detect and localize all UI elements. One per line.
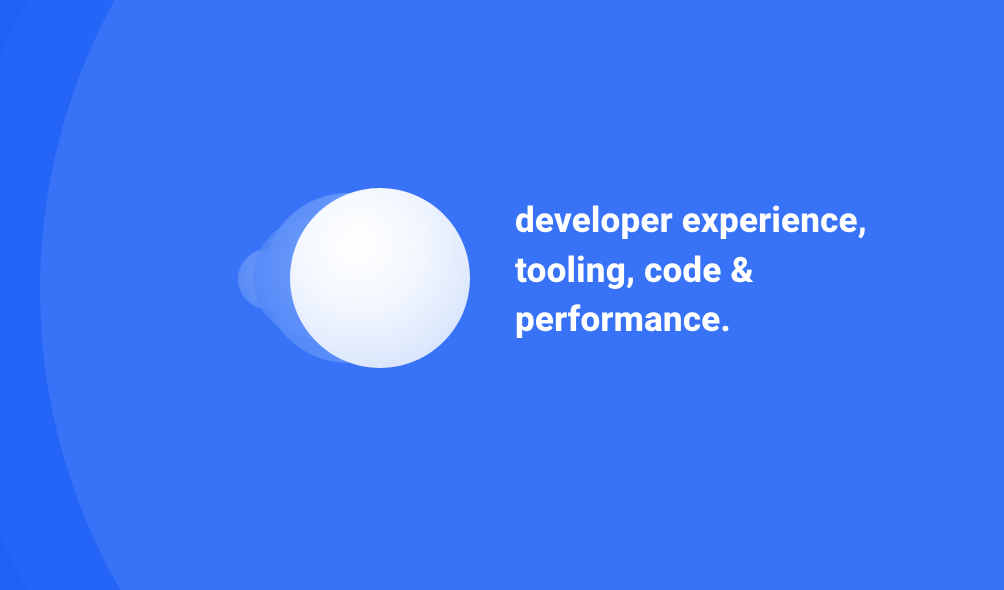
sphere-icon bbox=[290, 188, 470, 368]
hero-headline: developer experience, tooling, code & pe… bbox=[515, 196, 975, 345]
